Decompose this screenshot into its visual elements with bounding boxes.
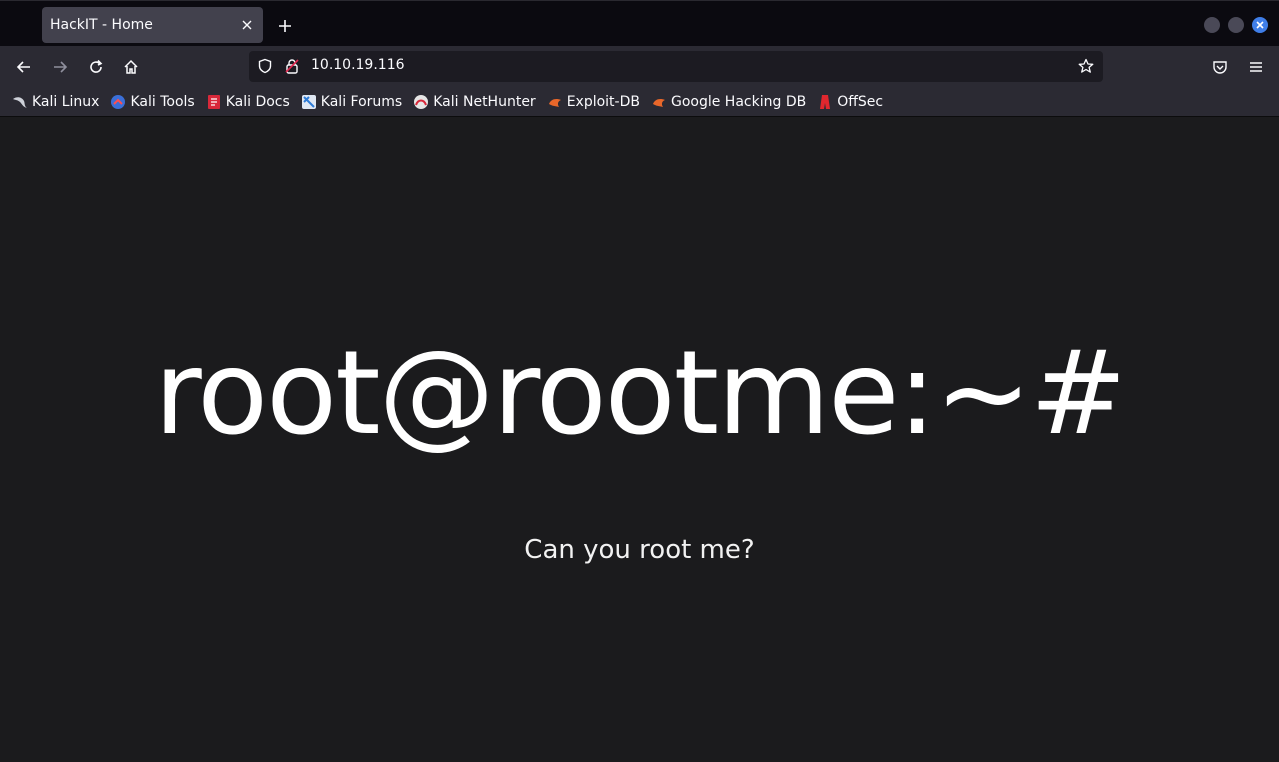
bookmark-label: Exploit-DB — [566, 93, 640, 110]
bookmark-label: Kali Tools — [130, 93, 195, 110]
bookmark-label: Google Hacking DB — [670, 93, 807, 110]
pocket-icon — [1213, 61, 1227, 74]
bookmark-google-hacking-db[interactable]: Google Hacking DB — [649, 90, 810, 114]
maximize-button[interactable] — [1228, 17, 1244, 33]
tab-close-icon[interactable] — [235, 13, 259, 37]
bookmarks-toolbar: Kali Linux Kali Tools Kali Docs Kali For… — [0, 87, 1279, 117]
tab-title: HackIT - Home — [50, 17, 153, 33]
url-bar[interactable]: 10.10.19.116 — [249, 51, 1103, 82]
bookmark-label: OffSec — [837, 93, 884, 110]
kali-forums-icon — [301, 94, 317, 110]
nethunter-icon — [413, 94, 429, 110]
shield-icon[interactable] — [256, 57, 274, 75]
star-icon[interactable] — [1077, 57, 1095, 75]
hamburger-icon — [1250, 62, 1262, 72]
home-button[interactable] — [116, 52, 146, 82]
page-heading: root@rootme:~# — [154, 326, 1127, 461]
bookmark-kali-linux[interactable]: Kali Linux — [10, 90, 103, 114]
kali-docs-icon — [206, 94, 222, 110]
arrow-left-icon — [16, 61, 30, 73]
bookmark-label: Kali Linux — [32, 93, 100, 110]
ghdb-icon — [651, 94, 667, 110]
url-text[interactable]: 10.10.19.116 — [311, 57, 405, 73]
bookmark-kali-forums[interactable]: Kali Forums — [299, 90, 406, 114]
bookmark-exploit-db[interactable]: Exploit-DB — [545, 90, 644, 114]
kali-dragon-icon — [12, 94, 28, 110]
bookmark-label: Kali Forums — [320, 93, 403, 110]
kali-tools-icon — [110, 94, 126, 110]
bookmark-kali-tools[interactable]: Kali Tools — [108, 90, 198, 114]
home-icon — [124, 59, 138, 74]
tab-active[interactable]: HackIT - Home — [42, 7, 263, 43]
new-tab-button[interactable] — [271, 12, 299, 40]
exploit-db-icon — [547, 94, 563, 110]
reload-icon — [90, 59, 103, 73]
reload-button[interactable] — [81, 52, 111, 82]
plus-icon — [279, 20, 291, 32]
navigation-toolbar: 10.10.19.116 — [0, 46, 1279, 87]
back-button[interactable] — [9, 52, 39, 82]
bookmark-label: Kali NetHunter — [433, 93, 536, 110]
browser-window: HackIT - Home 10.10.19.116 Kali Linux Ka… — [0, 0, 1279, 762]
bookmark-offsec[interactable]: OffSec — [815, 90, 887, 114]
arrow-right-icon — [54, 61, 68, 73]
tab-strip: HackIT - Home — [0, 0, 1279, 46]
menu-button[interactable] — [1241, 52, 1271, 82]
pocket-button[interactable] — [1205, 52, 1235, 82]
page-subheading: Can you root me? — [524, 535, 755, 565]
close-window-button[interactable] — [1252, 17, 1268, 33]
bookmark-label: Kali Docs — [225, 93, 290, 110]
bookmark-kali-docs[interactable]: Kali Docs — [204, 90, 294, 114]
bookmark-kali-nethunter[interactable]: Kali NetHunter — [411, 90, 539, 114]
offsec-icon — [817, 94, 833, 110]
minimize-button[interactable] — [1204, 17, 1220, 33]
close-icon — [1256, 21, 1264, 29]
insecure-lock-icon[interactable] — [283, 57, 301, 75]
forward-button[interactable] — [45, 52, 75, 82]
page-content: root@rootme:~# Can you root me? — [0, 118, 1279, 762]
